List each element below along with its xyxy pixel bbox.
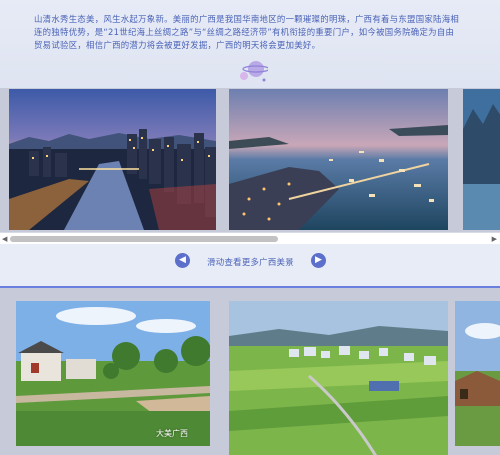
harbor-bay-photo: [229, 89, 448, 230]
rural-house-photo: [455, 301, 500, 446]
scroll-left-arrow-icon[interactable]: ◀: [2, 235, 7, 243]
planet-decoration-icon: [240, 61, 268, 82]
intro-paragraph: 山清水秀生态美，风生水起万象新。美丽的广西是我国华南地区的一颗璀璨的明珠，广西有…: [34, 14, 460, 50]
rice-field-village-photo: [229, 301, 448, 455]
gallery-caption: 滑动查看更多广西美景: [207, 257, 294, 267]
village-garden-photo: [16, 301, 210, 446]
karst-mountain-photo: [463, 89, 500, 230]
caption-bar: [0, 244, 500, 292]
scroll-right-arrow-icon[interactable]: ▶: [492, 235, 497, 243]
intro-section: 山清水秀生态美，风生水起万象新。美丽的广西是我国华南地区的一颗璀璨的明珠，广西有…: [0, 0, 500, 88]
photo-gallery-bottom[interactable]: [0, 288, 500, 455]
scrollbar-thumb[interactable]: [10, 236, 278, 242]
city-river-night-photo: [9, 89, 216, 230]
chevron-right-icon[interactable]: ▶: [311, 253, 326, 268]
watermark-logo: 大美广西: [156, 429, 188, 438]
chevron-left-icon[interactable]: ◀: [175, 253, 190, 268]
photo-gallery-top[interactable]: [0, 88, 500, 244]
